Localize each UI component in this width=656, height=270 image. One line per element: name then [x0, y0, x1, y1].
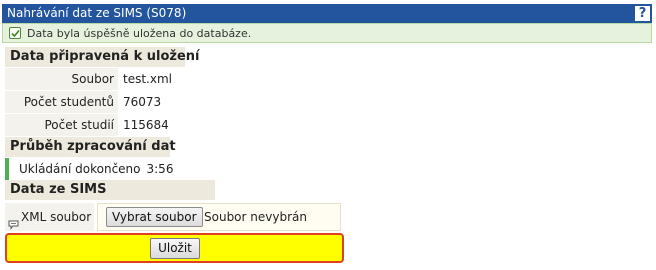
study-count-value: 115684: [120, 114, 184, 136]
window-title: Nahrávání dat ze SIMS (S078): [7, 6, 187, 20]
question-mark-icon[interactable]: ?: [635, 6, 650, 21]
study-count-label: Počet studií: [5, 114, 118, 136]
choose-file-button[interactable]: Vybrat soubor: [106, 207, 203, 227]
success-message: Data byla úspěšně uložena do databáze.: [2, 23, 652, 43]
check-icon: [9, 27, 21, 39]
xml-file-label: XML soubor: [5, 203, 94, 231]
section-heading-sims: Data ze SIMS: [5, 180, 215, 200]
progress-status-text: Ukládání dokončeno: [19, 162, 141, 176]
section-heading-prepared: Data připravená k uložení: [5, 47, 200, 67]
file-label: Soubor: [5, 68, 118, 90]
save-button[interactable]: Uložit: [150, 238, 200, 259]
section-heading-progress: Průběh zpracování dat: [5, 137, 176, 157]
file-status-text: Soubor nevybrán: [204, 210, 307, 224]
file-value: test.xml: [120, 68, 184, 90]
window-title-bar: Nahrávání dat ze SIMS (S078) ?: [2, 4, 652, 23]
xml-file-input[interactable]: Vybrat soubor Soubor nevybrán: [97, 203, 341, 231]
progress-time: 3:56: [146, 162, 174, 176]
student-count-value: 76073: [120, 91, 184, 113]
page: Nahrávání dat ze SIMS (S078) ? Data byla…: [0, 0, 656, 270]
success-message-text: Data byla úspěšně uložena do databáze.: [27, 27, 252, 40]
xml-file-label-text: XML soubor: [21, 210, 92, 224]
student-count-label: Počet studentů: [5, 91, 118, 113]
progress-status: Ukládání dokončeno 3:56: [5, 158, 185, 180]
save-area: Uložit: [5, 233, 344, 263]
